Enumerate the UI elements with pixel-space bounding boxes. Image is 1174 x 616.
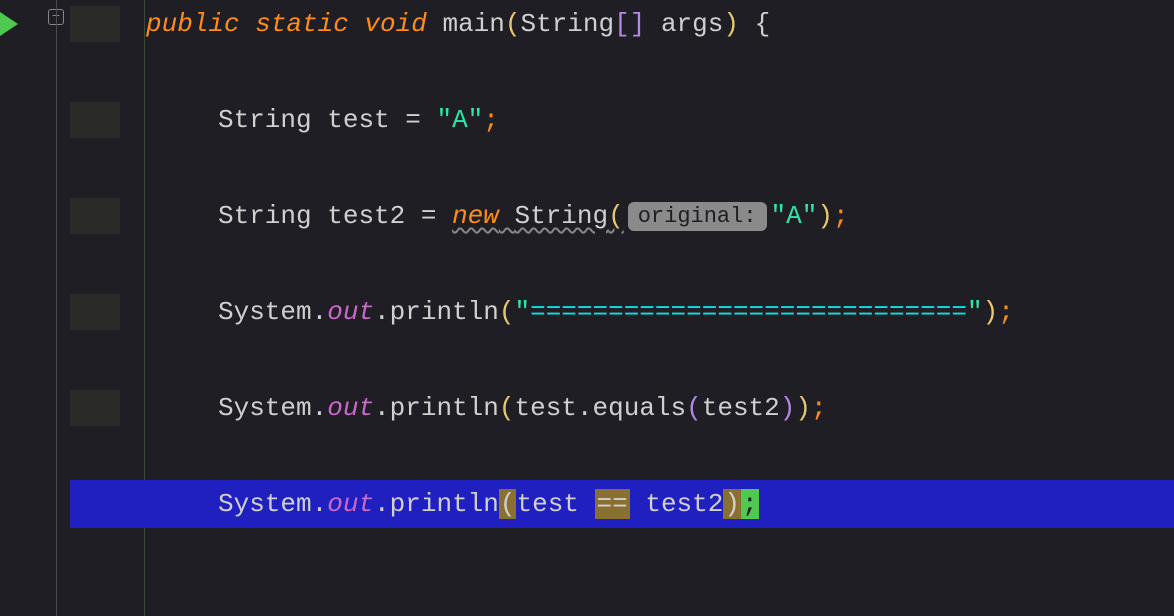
code-content: System.out.println("====================… xyxy=(120,297,1014,327)
class-ref: System xyxy=(218,297,312,327)
code-line-blank[interactable] xyxy=(70,240,1174,288)
code-content: public static void main(String[] args) { xyxy=(120,9,770,39)
method-call: equals xyxy=(593,393,687,423)
indent-block xyxy=(70,486,120,522)
code-line-blank[interactable] xyxy=(70,144,1174,192)
paren-open: ( xyxy=(499,297,515,327)
new-keyword: new xyxy=(452,201,499,231)
var-name: test xyxy=(327,105,389,135)
semicolon: ; xyxy=(998,297,1014,327)
code-line[interactable]: System.out.println("====================… xyxy=(70,288,1174,336)
code-line[interactable]: public static void main(String[] args) { xyxy=(70,0,1174,48)
var-name: test2 xyxy=(327,201,405,231)
type: String xyxy=(521,9,615,39)
gutter-divider xyxy=(56,0,57,616)
paren-open-matched: ( xyxy=(499,489,517,519)
var-ref: test2 xyxy=(702,393,780,423)
constructor: String xyxy=(499,201,608,231)
run-arrow-icon[interactable] xyxy=(0,12,18,36)
keyword-modifier: public static void xyxy=(146,9,427,39)
code-line[interactable]: String test2 = new String(original:"A"); xyxy=(70,192,1174,240)
param-name: args xyxy=(661,9,723,39)
field-ref: out xyxy=(327,489,374,519)
string-close: " xyxy=(967,297,983,327)
paren-open: ( xyxy=(608,201,624,231)
string-open: " xyxy=(514,297,530,327)
paren-open: ( xyxy=(505,9,521,39)
class-ref: System xyxy=(218,393,312,423)
code-content: System.out.println(test.equals(test2)); xyxy=(120,393,827,423)
string-content: ============================ xyxy=(530,297,967,327)
indent-block xyxy=(70,198,120,234)
method-call: println xyxy=(390,489,499,519)
method-call: println xyxy=(390,297,499,327)
paren-close-matched: ) xyxy=(723,489,741,519)
paren-close: ) xyxy=(780,393,796,423)
var-ref: test xyxy=(514,393,576,423)
paren-open: ( xyxy=(686,393,702,423)
type: String xyxy=(218,105,312,135)
code-line-current[interactable]: System.out.println(test == test2); xyxy=(70,480,1174,528)
class-ref: System xyxy=(218,489,312,519)
paren-close: ) xyxy=(723,9,739,39)
field-ref: out xyxy=(327,297,374,327)
cursor-position: ; xyxy=(741,489,759,519)
paren-close: ) xyxy=(817,201,833,231)
indent-block xyxy=(70,294,120,330)
code-editor-area[interactable]: public static void main(String[] args) {… xyxy=(70,0,1174,616)
string-literal: "A" xyxy=(436,105,483,135)
brace-open: { xyxy=(755,9,771,39)
bracket: [] xyxy=(614,9,645,39)
var-ref: test xyxy=(516,489,578,519)
code-content: System.out.println(test == test2); xyxy=(120,489,759,519)
semicolon: ; xyxy=(833,201,849,231)
indent-block xyxy=(70,6,120,42)
code-line-blank[interactable] xyxy=(70,48,1174,96)
method-name: main xyxy=(442,9,504,39)
parameter-hint: original: xyxy=(628,202,767,231)
code-content: String test = "A"; xyxy=(120,105,499,135)
method-call: println xyxy=(390,393,499,423)
code-content: String test2 = new String(original:"A"); xyxy=(120,201,849,231)
field-ref: out xyxy=(327,393,374,423)
semicolon: ; xyxy=(483,105,499,135)
paren-open: ( xyxy=(499,393,515,423)
string-literal: "A" xyxy=(771,201,818,231)
code-line-blank[interactable] xyxy=(70,432,1174,480)
editor-gutter xyxy=(0,0,70,616)
indent-block xyxy=(70,390,120,426)
semicolon: ; xyxy=(811,393,827,423)
code-line-blank[interactable] xyxy=(70,336,1174,384)
indent-block xyxy=(70,102,120,138)
operator-equals: == xyxy=(595,489,630,519)
code-line[interactable]: System.out.println(test.equals(test2)); xyxy=(70,384,1174,432)
paren-close: ) xyxy=(983,297,999,327)
var-ref: test2 xyxy=(645,489,723,519)
paren-close: ) xyxy=(795,393,811,423)
type: String xyxy=(218,201,312,231)
code-line[interactable]: String test = "A"; xyxy=(70,96,1174,144)
